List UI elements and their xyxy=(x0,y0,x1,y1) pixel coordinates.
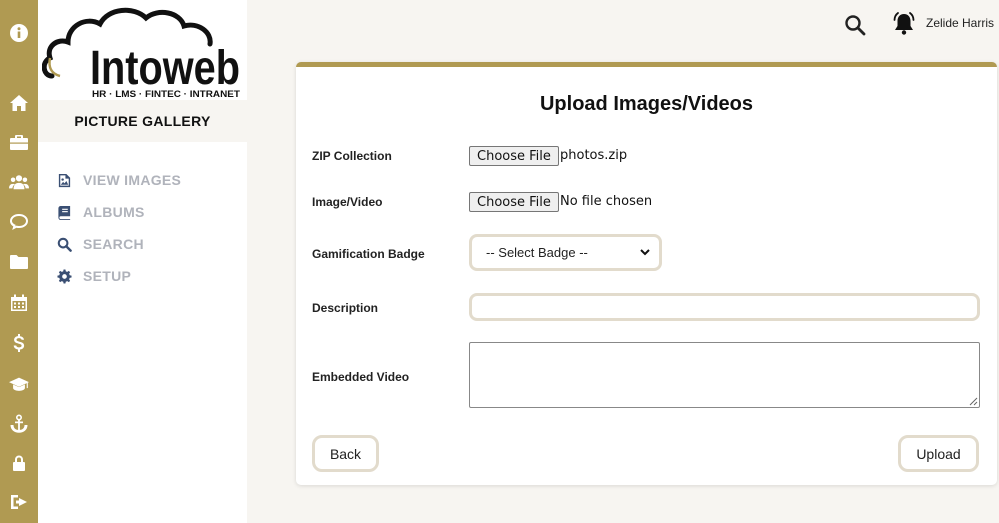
embedded-video-label: Embedded Video xyxy=(312,370,410,384)
intoweb-logo[interactable]: Intoweb HR · LMS · FINTEC · INTRANET xyxy=(42,4,244,100)
gear-icon xyxy=(56,268,72,284)
badge-select[interactable]: -- Select Badge -- xyxy=(469,234,662,271)
upload-card: Upload Images/Videos ZIP Collection Choo… xyxy=(296,62,997,485)
search-icon[interactable] xyxy=(843,13,867,37)
menu-item-search[interactable]: SEARCH xyxy=(56,228,181,260)
calendar-icon[interactable] xyxy=(0,291,38,315)
search-icon xyxy=(56,236,72,252)
anchor-icon[interactable] xyxy=(0,412,38,436)
menu-item-label: SETUP xyxy=(83,268,132,284)
page-title: Upload Images/Videos xyxy=(539,93,754,115)
badge-select-value: -- Select Badge -- xyxy=(486,245,588,260)
embedded-video-textarea[interactable] xyxy=(469,342,980,408)
menu-item-view-images[interactable]: VIEW IMAGES xyxy=(56,164,181,196)
graduation-cap-icon[interactable] xyxy=(0,372,38,396)
home-icon[interactable] xyxy=(0,91,38,115)
gallery-sidebar: Intoweb HR · LMS · FINTEC · INTRANET PIC… xyxy=(38,0,247,523)
user-name[interactable]: Zelide Harris xyxy=(926,16,994,30)
logo-tagline: HR · LMS · FINTEC · INTRANET xyxy=(92,89,241,99)
description-label: Description xyxy=(312,301,379,315)
zip-collection-label: ZIP Collection xyxy=(312,149,392,163)
users-icon[interactable] xyxy=(0,170,38,194)
zip-file-status: photos.zip xyxy=(560,148,628,163)
sign-out-icon[interactable] xyxy=(0,490,38,514)
briefcase-icon[interactable] xyxy=(0,130,38,154)
menu-item-label: VIEW IMAGES xyxy=(83,172,182,188)
description-input[interactable] xyxy=(469,293,980,321)
bell-icon[interactable] xyxy=(891,11,917,37)
image-choose-file-button[interactable]: Choose File xyxy=(469,192,559,212)
upload-button[interactable]: Upload xyxy=(898,435,979,472)
menu-item-setup[interactable]: SETUP xyxy=(56,260,181,292)
info-icon[interactable] xyxy=(0,21,38,45)
menu-item-label: SEARCH xyxy=(83,236,144,252)
image-icon xyxy=(56,172,72,188)
menu-item-label: ALBUMS xyxy=(83,204,145,220)
book-icon xyxy=(56,204,72,220)
section-title: PICTURE GALLERY xyxy=(38,100,247,142)
gallery-menu: VIEW IMAGES ALBUMS SEARCH SETUP xyxy=(56,164,181,292)
chevron-down-icon xyxy=(640,249,650,256)
folder-icon[interactable] xyxy=(0,250,38,274)
gamification-badge-label: Gamification Badge xyxy=(312,247,425,261)
menu-item-albums[interactable]: ALBUMS xyxy=(56,196,181,228)
lock-icon[interactable] xyxy=(0,451,38,475)
image-video-label: Image/Video xyxy=(312,195,383,209)
logo-text: Intoweb xyxy=(90,42,240,95)
dollar-icon[interactable] xyxy=(0,331,38,355)
image-file-status: No file chosen xyxy=(560,194,653,209)
back-button[interactable]: Back xyxy=(312,435,379,472)
chat-icon[interactable] xyxy=(0,210,38,234)
resize-grip-icon[interactable] xyxy=(968,396,978,406)
zip-choose-file-button[interactable]: Choose File xyxy=(469,146,559,166)
icon-rail xyxy=(0,0,38,523)
